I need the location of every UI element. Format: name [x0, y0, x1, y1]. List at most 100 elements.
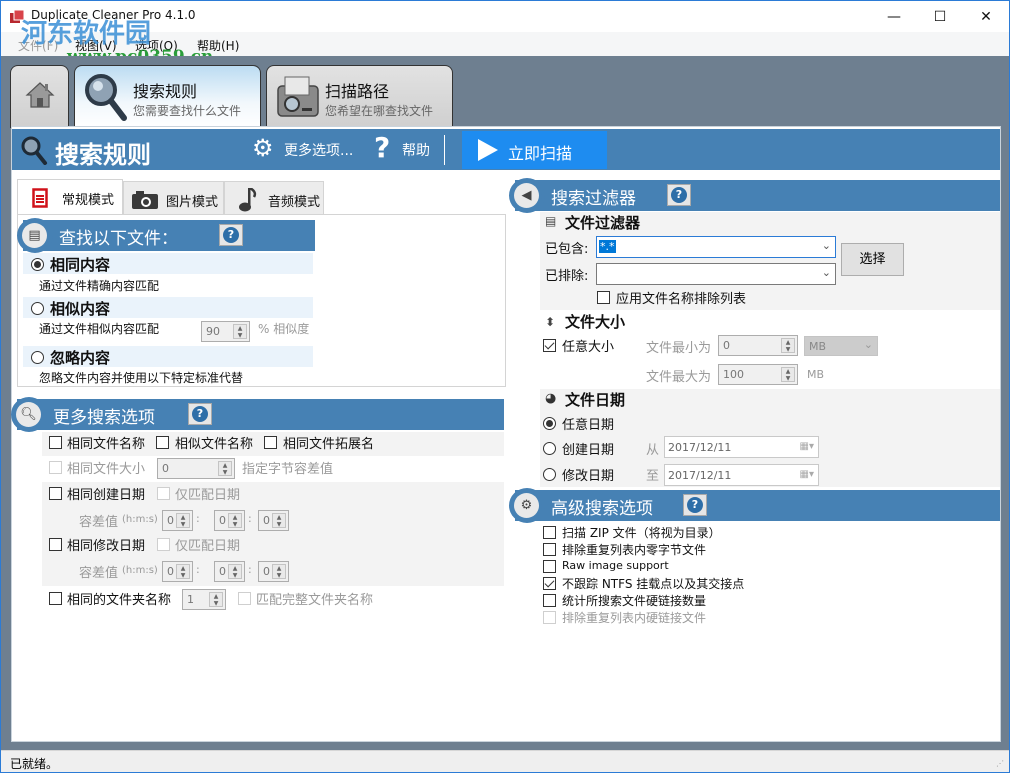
help-button[interactable]: ? [667, 184, 691, 206]
resize-grip-icon[interactable]: ⋰ [996, 759, 1006, 769]
spinner-arrows-icon[interactable]: ▲ ▼ [176, 564, 190, 579]
nav-tab-scan-paths[interactable]: 扫描路径 您希望在哪查找文件 [266, 65, 453, 128]
scan-zip-checkbox[interactable] [543, 526, 556, 539]
same-extension-label: 相同文件拓展名 [283, 437, 375, 452]
min-unit-value: MB [809, 340, 827, 353]
include-filter-combo[interactable]: *.* ⌄ [596, 236, 836, 258]
count-hardlinks-label: 统计所搜索文件硬链接数量 [562, 594, 707, 608]
tab-image-mode[interactable]: 图片模式 [123, 181, 224, 215]
raw-image-checkbox[interactable] [543, 560, 556, 573]
magnifier-icon [85, 74, 127, 121]
min-unit-select[interactable]: MB ⌄ [804, 336, 878, 356]
advanced-header: ⚙ 高级搜索选项 ? [509, 488, 1000, 523]
same-created-label: 相同创建日期 [67, 488, 146, 503]
similarity-spinner[interactable]: 90 ▲ ▼ [201, 321, 250, 342]
min-size-label: 文件最小为 [646, 341, 712, 356]
no-ntfs-mount-checkbox[interactable] [543, 577, 556, 590]
magnifier-icon [21, 136, 47, 165]
created-date-only-checkbox[interactable] [157, 487, 170, 500]
spinner-value: 0 [167, 565, 174, 578]
same-folder-checkbox[interactable] [49, 592, 62, 605]
to-date-picker[interactable]: 2017/12/11 ▦▾ [664, 464, 819, 486]
count-hardlinks-checkbox[interactable] [543, 594, 556, 607]
help-button[interactable]: ? [188, 403, 212, 425]
folder-level-spinner[interactable]: 1 ▲ ▼ [182, 589, 226, 610]
close-button[interactable]: ✕ [963, 1, 1009, 32]
help-button[interactable]: ? [219, 224, 243, 246]
help-button[interactable]: ? 帮助 [372, 129, 442, 170]
spinner-arrows-icon[interactable]: ▲ ▼ [233, 324, 247, 339]
same-extension-checkbox[interactable] [264, 436, 277, 449]
help-button[interactable]: ? [683, 494, 707, 516]
tab-label: 常规模式 [62, 193, 115, 208]
spinner-arrows-icon[interactable]: ▲ ▼ [781, 338, 795, 353]
spinner-arrows-icon[interactable]: ▲ ▼ [272, 513, 286, 528]
modified-hours-spinner[interactable]: 0 ▲ ▼ [162, 561, 193, 582]
from-date-picker[interactable]: 2017/12/11 ▦▾ [664, 436, 819, 458]
modified-date-only-checkbox[interactable] [157, 538, 170, 551]
select-button[interactable]: 选择 [841, 243, 904, 276]
raw-image-label: Raw image support [562, 559, 669, 572]
exclude-filter-combo[interactable]: ⌄ [596, 263, 836, 285]
maximize-button[interactable]: ☐ [917, 1, 963, 32]
size-tolerance-spinner[interactable]: 0 ▲ ▼ [157, 458, 235, 479]
section-title: 更多搜索选项 [53, 408, 155, 428]
minimize-icon: — [887, 8, 901, 25]
calendar-icon[interactable]: ▦▾ [800, 469, 814, 480]
apply-exclude-list-checkbox[interactable] [597, 291, 610, 304]
max-size-spinner[interactable]: 100 ▲ ▼ [718, 364, 798, 385]
same-size-checkbox[interactable] [49, 461, 62, 474]
ignore-content-radio[interactable] [31, 351, 44, 364]
spinner-arrows-icon[interactable]: ▲ ▼ [209, 592, 223, 607]
spinner-arrows-icon[interactable]: ▲ ▼ [228, 513, 242, 528]
similar-content-radio[interactable] [31, 302, 44, 315]
nav-tab-subtitle: 您希望在哪查找文件 [325, 104, 434, 118]
nav-tab-title: 扫描路径 [325, 82, 390, 101]
nav-tab-home[interactable] [10, 65, 69, 128]
spinner-arrows-icon[interactable]: ▲ ▼ [176, 513, 190, 528]
funnel-icon: ◀ [514, 183, 539, 208]
created-hours-spinner[interactable]: 0 ▲ ▼ [162, 510, 193, 531]
scan-now-button[interactable]: 立即扫描 [462, 131, 607, 169]
created-date-radio[interactable] [543, 442, 556, 455]
tab-normal-mode[interactable]: 常规模式 [17, 179, 123, 215]
same-content-label: 相同内容 [50, 256, 111, 274]
ignore-content-label: 忽略内容 [50, 349, 111, 367]
exclude-zero-byte-checkbox[interactable] [543, 543, 556, 556]
any-date-radio[interactable] [543, 417, 556, 430]
created-date-label: 创建日期 [562, 443, 615, 458]
chevron-down-icon[interactable]: ⌄ [822, 266, 831, 279]
spinner-arrows-icon[interactable]: ▲ ▼ [218, 461, 232, 476]
same-content-radio[interactable] [31, 258, 44, 271]
modified-minutes-spinner[interactable]: 0 ▲ ▼ [214, 561, 245, 582]
same-modified-checkbox[interactable] [49, 538, 62, 551]
tab-audio-mode[interactable]: 音频模式 [224, 181, 324, 215]
section-badge: ⚙ [509, 488, 545, 523]
spinner-arrows-icon[interactable]: ▲ ▼ [228, 564, 242, 579]
nav-tab-search-rules[interactable]: 搜索规则 您需要查找什么文件 [74, 65, 261, 128]
modified-date-radio[interactable] [543, 468, 556, 481]
nav-tab-subtitle: 您需要查找什么文件 [133, 104, 242, 118]
page-title: 搜索规则 [55, 141, 151, 169]
min-size-spinner[interactable]: 0 ▲ ▼ [718, 335, 798, 356]
created-minutes-spinner[interactable]: 0 ▲ ▼ [214, 510, 245, 531]
created-seconds-spinner[interactable]: 0 ▲ ▼ [258, 510, 289, 531]
app-window: Duplicate Cleaner Pro 4.1.0 — ☐ ✕ 文件(F) … [0, 0, 1010, 773]
similar-name-checkbox[interactable] [156, 436, 169, 449]
exclude-hardlinks-checkbox[interactable] [543, 611, 556, 624]
question-icon: ? [192, 406, 208, 422]
more-options-button[interactable]: ⚙ 更多选项... [252, 129, 362, 170]
same-created-checkbox[interactable] [49, 487, 62, 500]
spinner-arrows-icon[interactable]: ▲ ▼ [781, 367, 795, 382]
from-date-value: 2017/12/11 [668, 441, 732, 454]
calendar-icon[interactable]: ▦▾ [800, 441, 814, 452]
spinner-arrows-icon[interactable]: ▲ ▼ [272, 564, 286, 579]
chevron-down-icon[interactable]: ⌄ [822, 239, 831, 252]
minimize-button[interactable]: — [871, 1, 917, 32]
any-size-checkbox[interactable] [543, 339, 556, 352]
full-folder-checkbox[interactable] [238, 592, 251, 605]
tolerance-label: 容差值 [79, 515, 119, 530]
same-name-checkbox[interactable] [49, 436, 62, 449]
modified-seconds-spinner[interactable]: 0 ▲ ▼ [258, 561, 289, 582]
tolerance-label: 容差值 [79, 566, 119, 581]
